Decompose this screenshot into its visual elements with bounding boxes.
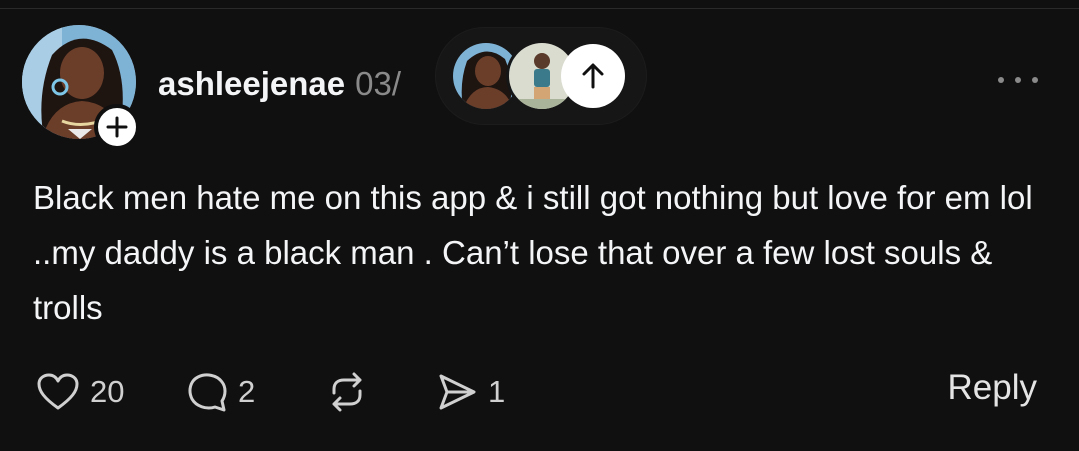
repost-icon bbox=[332, 372, 362, 412]
top-divider bbox=[0, 8, 1079, 9]
heart-icon bbox=[37, 373, 79, 410]
reply-button[interactable]: Reply bbox=[948, 368, 1037, 408]
more-options-button[interactable] bbox=[998, 70, 1038, 90]
share-button[interactable]: 1 bbox=[436, 371, 505, 413]
like-count: 20 bbox=[90, 374, 125, 409]
like-button[interactable]: 20 bbox=[36, 372, 186, 412]
scroll-up-button[interactable] bbox=[561, 44, 625, 108]
arrow-up-icon bbox=[582, 63, 604, 89]
action-bar: 20 2 1 bbox=[36, 364, 505, 420]
share-count: 1 bbox=[488, 374, 506, 409]
timestamp: 03/ bbox=[355, 65, 401, 102]
post-header: ashleejenae 03/ bbox=[158, 62, 401, 106]
send-icon bbox=[439, 374, 476, 410]
comment-button[interactable]: 2 bbox=[186, 371, 326, 413]
comment-bubble-icon bbox=[188, 373, 227, 412]
repost-button[interactable] bbox=[326, 371, 436, 413]
follow-button[interactable] bbox=[94, 104, 140, 150]
username[interactable]: ashleejenae bbox=[158, 65, 345, 103]
post-text: Black men hate me on this app & i still … bbox=[33, 179, 1033, 326]
more-dots-icon bbox=[998, 77, 1004, 83]
plus-icon bbox=[106, 116, 128, 138]
comment-count: 2 bbox=[238, 374, 256, 409]
